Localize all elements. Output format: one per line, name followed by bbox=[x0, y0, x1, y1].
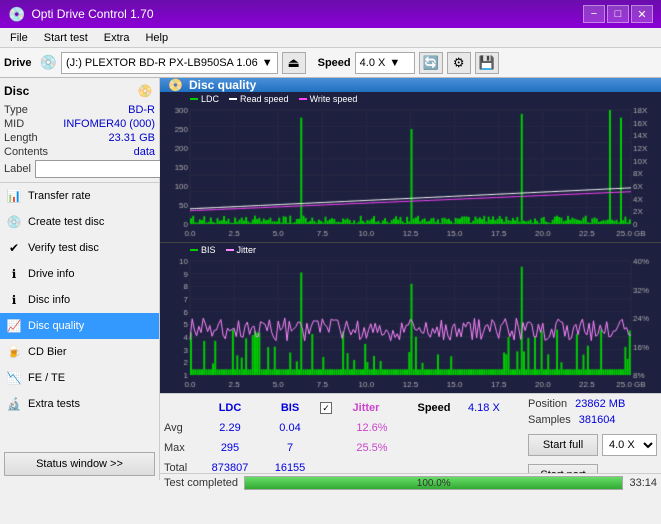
sidebar-item-verify-test-disc[interactable]: ✔ Verify test disc bbox=[0, 235, 159, 261]
menu-help[interactable]: Help bbox=[139, 31, 174, 45]
lower-chart-legend: BIS Jitter bbox=[190, 245, 256, 255]
speed-select[interactable]: 4.0 X ▼ bbox=[355, 52, 415, 74]
status-text: Test completed bbox=[164, 477, 238, 489]
label-label: Label bbox=[4, 163, 31, 175]
avg-ldc: 2.29 bbox=[200, 422, 260, 434]
samples-label: Samples bbox=[528, 414, 571, 426]
sidebar-item-create-test-disc[interactable]: 💿 Create test disc bbox=[0, 209, 159, 235]
time-text: 33:14 bbox=[629, 477, 657, 489]
sidebar-item-disc-info[interactable]: ℹ Disc info bbox=[0, 287, 159, 313]
progress-area: Test completed 100.0% 33:14 bbox=[160, 473, 661, 492]
close-button[interactable]: ✕ bbox=[631, 5, 653, 23]
sidebar: Disc 📀 Type BD-R MID INFOMER40 (000) Len… bbox=[0, 78, 160, 480]
label-input[interactable] bbox=[35, 160, 173, 178]
disc-info-icon: ℹ bbox=[6, 292, 22, 308]
disc-panel: Disc 📀 Type BD-R MID INFOMER40 (000) Len… bbox=[0, 78, 159, 183]
lower-chart: BIS Jitter bbox=[160, 243, 661, 393]
lower-chart-canvas bbox=[160, 243, 661, 393]
max-jitter: 25.5% bbox=[342, 442, 402, 454]
type-value: BD-R bbox=[128, 104, 155, 116]
eject-button[interactable]: ⏏ bbox=[282, 52, 306, 74]
refresh-button[interactable]: 🔄 bbox=[419, 52, 443, 74]
stats-bar: LDC BIS ✓ Jitter Speed 4.18 X Avg 2.29 0… bbox=[160, 393, 661, 473]
sidebar-item-fe-te[interactable]: 📉 FE / TE bbox=[0, 365, 159, 391]
sidebar-item-extra-tests[interactable]: 🔬 Extra tests bbox=[0, 391, 159, 417]
menu-start-test[interactable]: Start test bbox=[38, 31, 94, 45]
upper-chart: LDC Read speed Write speed bbox=[160, 92, 661, 243]
speed-header: Speed bbox=[404, 402, 464, 414]
menu-extra[interactable]: Extra bbox=[98, 31, 136, 45]
app-icon: 💿 bbox=[8, 6, 25, 23]
disc-quality-title: Disc quality bbox=[189, 78, 256, 92]
sidebar-item-transfer-rate[interactable]: 📊 Transfer rate bbox=[0, 183, 159, 209]
right-panel: 📀 Disc quality LDC Read speed bbox=[160, 78, 661, 480]
app-title: Opti Drive Control 1.70 bbox=[31, 7, 153, 21]
disc-quality-icon-header: 📀 bbox=[168, 78, 183, 92]
bis-header: BIS bbox=[260, 402, 320, 414]
speed-dropdown[interactable]: 4.0 X 2.0 X 1.0 X bbox=[602, 434, 657, 456]
stats-table: LDC BIS ✓ Jitter Speed 4.18 X Avg 2.29 0… bbox=[164, 398, 524, 469]
charts-area: LDC Read speed Write speed bbox=[160, 92, 661, 393]
drive-label: Drive bbox=[4, 57, 32, 69]
mid-value: INFOMER40 (000) bbox=[63, 118, 155, 130]
minimize-button[interactable]: − bbox=[583, 5, 605, 23]
right-stats: Position 23862 MB Samples 381604 Start f… bbox=[528, 398, 657, 469]
disc-quality-icon: 📈 bbox=[6, 318, 22, 334]
start-full-button[interactable]: Start full bbox=[528, 434, 598, 456]
upper-chart-canvas bbox=[160, 92, 661, 242]
mid-label: MID bbox=[4, 118, 24, 130]
drive-icon: 💿 bbox=[40, 54, 57, 71]
drive-info-icon: ℹ bbox=[6, 266, 22, 282]
speed-arrow: ▼ bbox=[389, 57, 400, 69]
toolbar: Drive 💿 (J:) PLEXTOR BD-R PX-LB950SA 1.0… bbox=[0, 48, 661, 78]
position-label: Position bbox=[528, 398, 567, 410]
drive-select[interactable]: (J:) PLEXTOR BD-R PX-LB950SA 1.06 ▼ bbox=[61, 52, 278, 74]
save-button[interactable]: 💾 bbox=[475, 52, 499, 74]
progress-percent: 100.0% bbox=[245, 477, 622, 489]
disc-panel-title: Disc bbox=[4, 84, 29, 98]
max-ldc: 295 bbox=[200, 442, 260, 454]
nav-items: 📊 Transfer rate 💿 Create test disc ✔ Ver… bbox=[0, 183, 159, 448]
fe-te-icon: 📉 bbox=[6, 370, 22, 386]
create-test-icon: 💿 bbox=[6, 214, 22, 230]
verify-icon: ✔ bbox=[6, 240, 22, 256]
main-area: Disc 📀 Type BD-R MID INFOMER40 (000) Len… bbox=[0, 78, 661, 480]
contents-label: Contents bbox=[4, 146, 48, 158]
length-label: Length bbox=[4, 132, 38, 144]
menu-file[interactable]: File bbox=[4, 31, 34, 45]
max-bis: 7 bbox=[260, 442, 320, 454]
maximize-button[interactable]: □ bbox=[607, 5, 629, 23]
progress-bar: 100.0% bbox=[244, 476, 623, 490]
disc-quality-header: 📀 Disc quality bbox=[160, 78, 661, 92]
jitter-header: Jitter bbox=[336, 402, 396, 414]
upper-chart-legend: LDC Read speed Write speed bbox=[190, 94, 357, 104]
disc-icon-button[interactable]: 📀 bbox=[135, 82, 155, 100]
avg-jitter: 12.6% bbox=[342, 422, 402, 434]
settings-button[interactable]: ⚙ bbox=[447, 52, 471, 74]
contents-value: data bbox=[134, 146, 155, 158]
drive-select-arrow: ▼ bbox=[262, 57, 273, 69]
menu-bar: File Start test Extra Help bbox=[0, 28, 661, 48]
transfer-rate-icon: 📊 bbox=[6, 188, 22, 204]
speed-label: Speed bbox=[318, 57, 351, 69]
sidebar-item-drive-info[interactable]: ℹ Drive info bbox=[0, 261, 159, 287]
samples-value: 381604 bbox=[579, 414, 616, 426]
sidebar-item-cd-bier[interactable]: 🍺 CD Bier bbox=[0, 339, 159, 365]
status-window-button[interactable]: Status window >> bbox=[4, 452, 155, 476]
ldc-header: LDC bbox=[200, 402, 260, 414]
position-value: 23862 MB bbox=[575, 398, 625, 410]
cd-bier-icon: 🍺 bbox=[6, 344, 22, 360]
window-controls: − □ ✕ bbox=[583, 5, 653, 23]
speed-value-header: 4.18 X bbox=[468, 402, 500, 414]
sidebar-item-disc-quality[interactable]: 📈 Disc quality bbox=[0, 313, 159, 339]
title-bar: 💿 Opti Drive Control 1.70 − □ ✕ bbox=[0, 0, 661, 28]
extra-tests-icon: 🔬 bbox=[6, 396, 22, 412]
type-label: Type bbox=[4, 104, 28, 116]
length-value: 23.31 GB bbox=[109, 132, 155, 144]
jitter-checkbox[interactable]: ✓ bbox=[320, 402, 332, 414]
avg-bis: 0.04 bbox=[260, 422, 320, 434]
